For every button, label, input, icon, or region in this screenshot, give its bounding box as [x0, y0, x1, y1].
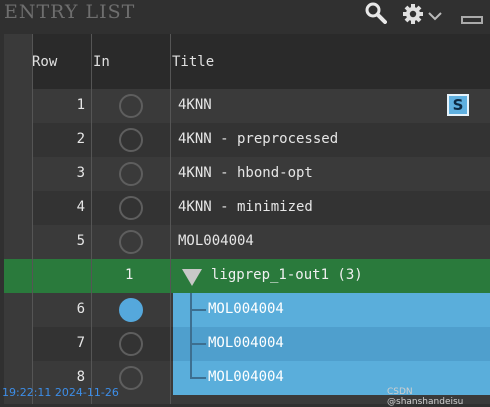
row-gutter	[4, 34, 32, 404]
entry-title: 4KNN	[178, 97, 212, 113]
table-row[interactable]: 3 4KNN - hbond-opt	[32, 157, 490, 191]
panel-title: ENTRY LIST	[4, 1, 136, 23]
column-header-in[interactable]: In	[93, 54, 110, 70]
row-number: 6	[76, 301, 85, 317]
table-header: Row In Title	[32, 34, 490, 89]
column-header-title[interactable]: Title	[172, 54, 214, 70]
chevron-down-icon[interactable]	[428, 9, 442, 25]
tree-branch	[190, 377, 206, 379]
row-number: 8	[76, 369, 85, 385]
entry-title: MOL004004	[208, 335, 284, 351]
entry-title: MOL004004	[178, 233, 254, 249]
search-icon[interactable]	[365, 2, 387, 28]
table-row[interactable]: 6 MOL004004	[32, 293, 490, 327]
table-row[interactable]: 5 MOL004004	[32, 225, 490, 259]
include-toggle[interactable]	[119, 196, 143, 220]
entry-title: MOL004004	[208, 369, 284, 385]
panel-header: ENTRY LIST	[0, 0, 490, 31]
tree-branch	[190, 343, 206, 345]
watermark: CSDN @shanshandeisu	[387, 387, 464, 407]
timestamp: 19:22:11 2024-11-26	[2, 386, 119, 399]
table-row[interactable]: 1 4KNN S	[32, 89, 490, 123]
minimize-icon[interactable]	[461, 13, 483, 29]
include-toggle[interactable]	[119, 162, 143, 186]
column-divider[interactable]	[91, 34, 92, 404]
include-toggle[interactable]	[119, 230, 143, 254]
row-number: 3	[76, 165, 85, 181]
table-row[interactable]: 2 4KNN - preprocessed	[32, 123, 490, 157]
include-toggle[interactable]	[119, 128, 143, 152]
row-number: 5	[76, 233, 85, 249]
include-toggle[interactable]	[119, 332, 143, 356]
tree-branch	[190, 309, 206, 311]
entry-title: 4KNN - minimized	[178, 199, 313, 215]
group-row[interactable]: 1 ligprep_1-out1 (3)	[4, 259, 490, 293]
entry-title: MOL004004	[208, 301, 284, 317]
include-toggle[interactable]	[119, 366, 143, 390]
entry-title: 4KNN - preprocessed	[178, 131, 339, 147]
row-number: 1	[76, 97, 85, 113]
table-row[interactable]: 7 MOL004004	[32, 327, 490, 361]
group-title: ligprep_1-out1 (3)	[211, 267, 363, 283]
gear-icon[interactable]	[402, 2, 424, 30]
structure-badge[interactable]: S	[447, 94, 469, 116]
group-count: 1	[125, 267, 134, 283]
expand-triangle-icon[interactable]	[182, 269, 202, 286]
row-number: 4	[76, 199, 85, 215]
row-number: 7	[76, 335, 85, 351]
entry-table: Row In Title 1 4KNN S 2 4KNN - preproces…	[4, 34, 490, 404]
entry-title: 4KNN - hbond-opt	[178, 165, 313, 181]
column-divider[interactable]	[170, 34, 171, 404]
column-divider	[32, 34, 33, 404]
include-toggle[interactable]	[119, 94, 143, 118]
table-row[interactable]: 4 4KNN - minimized	[32, 191, 490, 225]
tree-line	[190, 361, 192, 378]
row-number: 2	[76, 131, 85, 147]
column-header-row[interactable]: Row	[32, 54, 57, 70]
include-toggle[interactable]	[119, 298, 143, 322]
